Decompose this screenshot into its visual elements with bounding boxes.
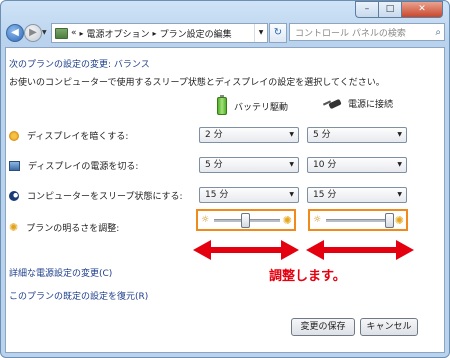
chevron-down-icon: ▼ xyxy=(397,161,402,168)
battery-column-label: バッテリ駆動 xyxy=(234,102,289,113)
window: – □ ✕ ◀ ▶ ▼ « ▸ 電源オプション ▸ プラン設定の編集 ▼ ↻ コ… xyxy=(0,0,450,358)
save-button[interactable]: 変更の保存 xyxy=(291,318,355,336)
back-button[interactable]: ◀ xyxy=(6,24,24,42)
close-button[interactable]: ✕ xyxy=(401,1,443,18)
advanced-settings-link[interactable]: 詳細な電源設定の変更(C) xyxy=(9,266,112,279)
restore-defaults-link[interactable]: このプランの既定の設定を復元(R) xyxy=(9,289,148,302)
dim-display-icon xyxy=(9,130,19,141)
display-off-battery-select[interactable]: 5 分 ▼ xyxy=(199,157,299,173)
chevron-down-icon: ▼ xyxy=(397,131,402,138)
brightness-plugged-slider-thumb[interactable] xyxy=(385,213,394,228)
battery-icon xyxy=(217,95,227,115)
select-value: 2 分 xyxy=(205,130,223,140)
brightness-plugged-slider-box: ☼ ✺ xyxy=(308,209,408,231)
breadcrumb-separator: ▸ xyxy=(79,28,84,38)
select-value: 5 分 xyxy=(205,160,223,170)
row-dim-display: ディスプレイを暗くする: xyxy=(9,129,128,142)
display-off-plugged-select[interactable]: 10 分 ▼ xyxy=(307,157,407,173)
row-label: コンピューターをスリープ状態にする: xyxy=(27,192,183,202)
cancel-button[interactable]: キャンセル xyxy=(360,318,418,336)
sleep-battery-select[interactable]: 15 分 ▼ xyxy=(199,187,299,203)
dim-sun-icon: ☼ xyxy=(201,215,210,225)
refresh-button[interactable]: ↻ xyxy=(269,23,287,43)
bright-sun-icon: ✺ xyxy=(394,214,404,227)
select-value: 10 分 xyxy=(313,160,337,170)
row-label: プランの明るさを調整: xyxy=(26,224,120,234)
row-sleep: コンピューターをスリープ状態にする: xyxy=(9,189,183,202)
address-box[interactable]: « ▸ 電源オプション ▸ プラン設定の編集 ▼ xyxy=(51,23,268,43)
search-icon[interactable]: ⌕ xyxy=(435,27,441,38)
brightness-battery-slider-box: ☼ ✺ xyxy=(196,209,296,231)
monitor-icon xyxy=(9,160,20,171)
breadcrumb-edit-plan[interactable]: プラン設定の編集 xyxy=(160,27,232,40)
content-pane: 次のプランの設定の変更: バランス お使いのコンピューターで使用するスリープ状態… xyxy=(5,47,445,353)
moon-icon xyxy=(9,190,19,201)
chevron-down-icon: ▼ xyxy=(289,131,294,138)
page-description: お使いのコンピューターで使用するスリープ状態とディスプレイの設定を選択してくださ… xyxy=(9,78,385,88)
page-title: 次のプランの設定の変更: バランス xyxy=(9,60,150,70)
breadcrumb-separator: ▸ xyxy=(152,28,157,38)
dim-display-plugged-select[interactable]: 5 分 ▼ xyxy=(307,127,407,143)
forward-button[interactable]: ▶ xyxy=(24,24,42,42)
row-label: ディスプレイを暗くする: xyxy=(27,132,129,142)
column-header-battery: バッテリ駆動 xyxy=(217,95,289,115)
history-dropdown-icon[interactable]: ▼ xyxy=(42,29,47,36)
window-controls: – □ ✕ xyxy=(355,1,443,18)
address-dropdown-icon[interactable]: ▼ xyxy=(254,24,267,42)
sun-icon: ✺ xyxy=(9,220,19,234)
search-input[interactable]: コントロール パネルの検索 ⌕ xyxy=(289,23,445,41)
breadcrumb-overflow[interactable]: « xyxy=(71,28,77,38)
control-panel-icon xyxy=(55,27,68,39)
column-header-plugged: 電源に接続 xyxy=(323,97,393,110)
annotation-arrow-right xyxy=(306,240,414,260)
maximize-button[interactable]: □ xyxy=(378,1,401,18)
search-placeholder: コントロール パネルの検索 xyxy=(295,28,406,39)
select-value: 15 分 xyxy=(205,190,229,200)
sleep-plugged-select[interactable]: 15 分 ▼ xyxy=(307,187,407,203)
plug-icon xyxy=(323,98,343,109)
dim-display-battery-select[interactable]: 2 分 ▼ xyxy=(199,127,299,143)
chevron-down-icon: ▼ xyxy=(289,161,294,168)
row-brightness: ✺ プランの明るさを調整: xyxy=(9,220,120,235)
bright-sun-icon: ✺ xyxy=(282,214,292,227)
plugged-column-label: 電源に接続 xyxy=(348,100,394,110)
select-value: 15 分 xyxy=(313,190,337,200)
annotation-arrow-left xyxy=(193,240,299,260)
slider-track[interactable] xyxy=(326,219,392,222)
row-label: ディスプレイの電源を切る: xyxy=(28,162,139,172)
breadcrumb-power-options[interactable]: 電源オプション xyxy=(87,27,150,40)
select-value: 5 分 xyxy=(313,130,331,140)
chevron-down-icon: ▼ xyxy=(289,191,294,198)
minimize-button[interactable]: – xyxy=(355,1,378,18)
chevron-down-icon: ▼ xyxy=(397,191,402,198)
address-bar-row: ◀ ▶ ▼ « ▸ 電源オプション ▸ プラン設定の編集 ▼ ↻ コントロール … xyxy=(5,22,445,44)
brightness-battery-slider-thumb[interactable] xyxy=(240,213,250,228)
annotation-text: 調整します。 xyxy=(269,269,346,284)
row-display-off: ディスプレイの電源を切る: xyxy=(9,159,138,172)
dim-sun-icon: ☼ xyxy=(313,215,322,225)
